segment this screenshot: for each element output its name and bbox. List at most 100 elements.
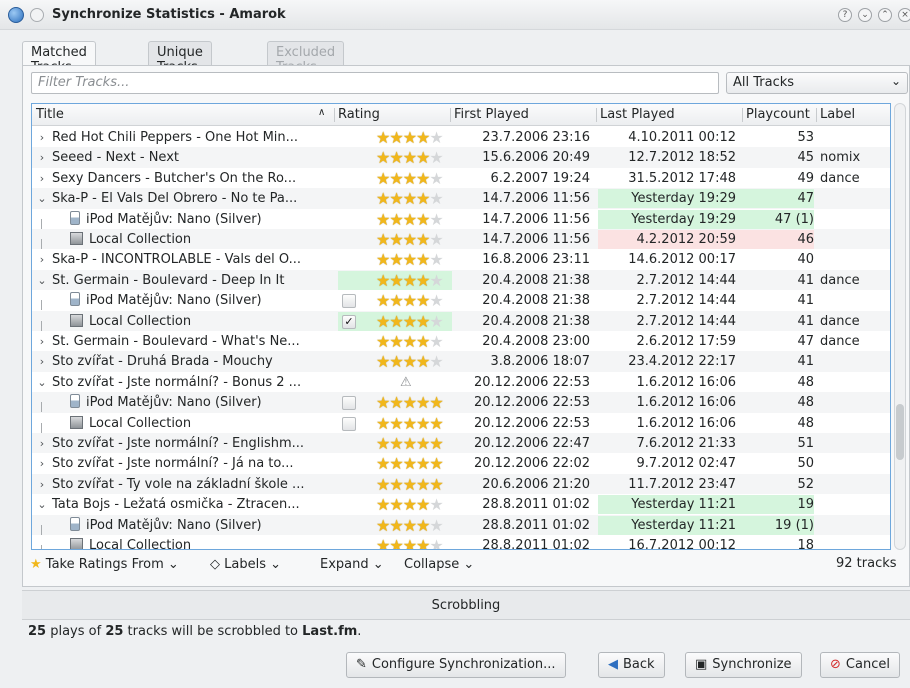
rating-stars[interactable]: ★★★★★ bbox=[376, 495, 444, 514]
star-icon: ★ bbox=[376, 536, 390, 550]
first-played-cell: 15.6.2006 20:49 bbox=[482, 150, 590, 166]
rating-stars[interactable]: ★★★★★ bbox=[376, 189, 444, 208]
rating-source-checkbox[interactable]: ✓ bbox=[342, 314, 356, 329]
track-row[interactable]: › Sto zvířat - Jste normální? - Já na to.… bbox=[32, 453, 890, 473]
source-row[interactable]: Local Collection ★★★★★ 14.7.2006 11:56 4.2.… bbox=[32, 229, 890, 250]
column-divider[interactable] bbox=[334, 108, 335, 122]
matched-tracks-tree[interactable]: Title ∧ Rating First Played Last Played … bbox=[31, 103, 891, 550]
track-scope-select[interactable]: All Tracks ⌄ bbox=[726, 72, 908, 94]
configure-synchronization-button[interactable]: ✎ Configure Synchronization... bbox=[346, 652, 566, 678]
synchronize-button[interactable]: ▣ Synchronize bbox=[685, 652, 802, 678]
synchronize-label: Synchronize bbox=[712, 657, 792, 672]
expand-arrow-icon[interactable]: › bbox=[32, 250, 52, 269]
maximize-button[interactable]: ⌃ bbox=[878, 8, 892, 22]
track-row[interactable]: › Ska-P - INCONTROLABLE - Vals del O... ★★… bbox=[32, 249, 890, 269]
rating-stars[interactable]: ★★★★★ bbox=[376, 515, 444, 535]
expand-arrow-icon[interactable]: › bbox=[32, 128, 52, 147]
track-row[interactable]: ⌄ Sto zvířat - Jste normální? - Bonus 2 .… bbox=[32, 372, 890, 392]
tree-guide-line bbox=[41, 402, 42, 413]
rating-stars[interactable]: ★★★★★ bbox=[376, 536, 444, 550]
expand-arrow-icon[interactable]: › bbox=[32, 332, 52, 351]
track-row[interactable]: › Sexy Dancers - Butcher's On the Ro... ★★… bbox=[32, 168, 890, 188]
source-row[interactable]: Local Collection ✓ ★★★★★ 20.4.2008 21:38 2.7… bbox=[32, 310, 890, 331]
column-divider[interactable] bbox=[596, 108, 597, 122]
star-icon: ★ bbox=[376, 515, 390, 535]
rating-stars[interactable]: ★★★★★ bbox=[376, 210, 444, 229]
rating-stars[interactable]: ★★★★★ bbox=[376, 250, 444, 269]
track-row[interactable]: ⌄ Ska-P - El Vals Del Obrero - No te Pa..… bbox=[32, 188, 890, 209]
source-row[interactable]: Local Collection ★★★★★ 20.12.2006 22:53 1.6… bbox=[32, 413, 890, 433]
amarok-app-icon[interactable] bbox=[8, 7, 24, 23]
expand-arrow-icon[interactable]: › bbox=[32, 169, 52, 188]
close-window-button[interactable]: × bbox=[898, 8, 910, 22]
track-row[interactable]: › Red Hot Chili Peppers - One Hot Min... ★… bbox=[32, 127, 890, 147]
cancel-button[interactable]: ⊘ Cancel bbox=[820, 652, 900, 678]
scrollbar-thumb[interactable] bbox=[896, 404, 904, 460]
rating-source-checkbox[interactable] bbox=[342, 416, 356, 431]
rating-stars[interactable]: ★★★★★ bbox=[376, 230, 444, 249]
column-header-last-played[interactable]: Last Played bbox=[600, 107, 675, 122]
source-row[interactable]: iPod Matějův: Nano (Silver) ★★★★★ 20.4.200… bbox=[32, 290, 890, 311]
rating-stars[interactable]: ★★★★★ bbox=[376, 434, 444, 453]
help-button[interactable]: ? bbox=[838, 8, 852, 22]
expand-arrow-icon[interactable]: › bbox=[32, 148, 52, 167]
collapse-arrow-icon[interactable]: ⌄ bbox=[32, 189, 52, 208]
column-divider[interactable] bbox=[450, 108, 451, 122]
rating-stars[interactable]: ★★★★★ bbox=[376, 271, 444, 290]
rating-stars[interactable]: ★★★★★ bbox=[376, 312, 444, 331]
rating-stars[interactable]: ★★★★★ bbox=[376, 475, 444, 494]
take-ratings-from-button[interactable]: ★ Take Ratings From ⌄ bbox=[30, 557, 179, 572]
column-header-rating[interactable]: Rating bbox=[338, 107, 380, 122]
rating-stars[interactable]: ★★★★★ bbox=[376, 148, 444, 167]
star-icon: ★ bbox=[376, 352, 390, 372]
rating-stars[interactable]: ★★★★★ bbox=[376, 393, 444, 412]
minimize-button[interactable]: ⌄ bbox=[858, 8, 872, 22]
collapse-arrow-icon[interactable]: ⌄ bbox=[32, 495, 52, 514]
expand-arrow-icon[interactable]: › bbox=[32, 454, 52, 473]
track-row[interactable]: › Sto zvířat - Druhá Brada - Mouchy ★★★★★ 3… bbox=[32, 351, 890, 372]
rating-stars[interactable]: ★★★★★ bbox=[376, 352, 444, 372]
expand-arrow-icon[interactable]: › bbox=[32, 352, 52, 371]
rating-stars[interactable]: ★★★★★ bbox=[376, 169, 444, 188]
track-row[interactable]: ⌄ St. Germain - Boulevard - Deep In It ★★★… bbox=[32, 269, 890, 291]
rating-source-checkbox[interactable] bbox=[342, 396, 356, 411]
rating-source-checkbox[interactable] bbox=[342, 294, 356, 309]
collapse-arrow-icon[interactable]: ⌄ bbox=[32, 373, 52, 392]
column-divider[interactable] bbox=[816, 108, 817, 122]
column-header-playcount[interactable]: Playcount bbox=[746, 107, 810, 122]
track-row[interactable]: › Sto zvířat - Jste normální? - Englishm.… bbox=[32, 433, 890, 454]
track-row[interactable]: › St. Germain - Boulevard - What's Ne... ★… bbox=[32, 331, 890, 351]
column-header-first-played[interactable]: First Played bbox=[454, 107, 529, 122]
source-row[interactable]: iPod Matějův: Nano (Silver) ★★★★★ 14.7.200… bbox=[32, 209, 890, 229]
column-header-label[interactable]: Label bbox=[820, 107, 855, 122]
labels-button[interactable]: ◇ Labels ⌄ bbox=[210, 557, 281, 572]
track-row[interactable]: › Seeed - Next - Next ★★★★★ 15.6.2006 20:49… bbox=[32, 147, 890, 168]
first-played-cell: 20.6.2006 21:20 bbox=[482, 476, 590, 492]
expand-arrow-icon[interactable]: › bbox=[32, 475, 52, 494]
source-row[interactable]: iPod Matějův: Nano (Silver) ★★★★★ 28.8.201… bbox=[32, 514, 890, 535]
back-button[interactable]: ◀ Back bbox=[598, 652, 665, 678]
last-played-cell: 9.7.2012 02:47 bbox=[636, 456, 737, 472]
collapse-button[interactable]: Collapse ⌄ bbox=[404, 557, 474, 572]
column-header-title[interactable]: Title bbox=[36, 107, 64, 122]
track-row[interactable]: ⌄ Tata Bojs - Ležatá osmička - Ztracen...… bbox=[32, 494, 890, 515]
rating-stars[interactable]: ★★★★★ bbox=[376, 414, 444, 433]
rating-cell: ★★★★★ bbox=[338, 169, 452, 188]
collapse-arrow-icon[interactable]: ⌄ bbox=[32, 271, 52, 290]
rating-stars[interactable]: ★★★★★ bbox=[376, 454, 444, 473]
expand-arrow-icon[interactable]: › bbox=[32, 434, 52, 453]
keep-above-button[interactable] bbox=[30, 8, 44, 22]
column-divider[interactable] bbox=[742, 108, 743, 122]
filter-tracks-input[interactable]: Filter Tracks... bbox=[31, 72, 719, 94]
tab-unique-tracks[interactable]: Unique Tracks bbox=[148, 41, 212, 75]
source-row[interactable]: iPod Matějův: Nano (Silver) ★★★★★ 20.12.20… bbox=[32, 392, 890, 413]
expand-button[interactable]: Expand ⌄ bbox=[320, 557, 384, 572]
rating-stars[interactable]: ★★★★★ bbox=[376, 332, 444, 351]
tab-matched-tracks[interactable]: Matched Tracks bbox=[22, 41, 96, 75]
track-row[interactable]: › Sto zvířat - Ty vole na základní škole … bbox=[32, 473, 890, 495]
playcount-cell: 50 bbox=[797, 456, 814, 472]
rating-stars[interactable]: ★★★★★ bbox=[376, 291, 444, 310]
rating-stars[interactable]: ★★★★★ bbox=[376, 128, 444, 147]
tree-vertical-scrollbar[interactable] bbox=[894, 103, 906, 550]
source-row[interactable]: Local Collection ★★★★★ 28.8.2011 01:02 16.7… bbox=[32, 535, 890, 550]
